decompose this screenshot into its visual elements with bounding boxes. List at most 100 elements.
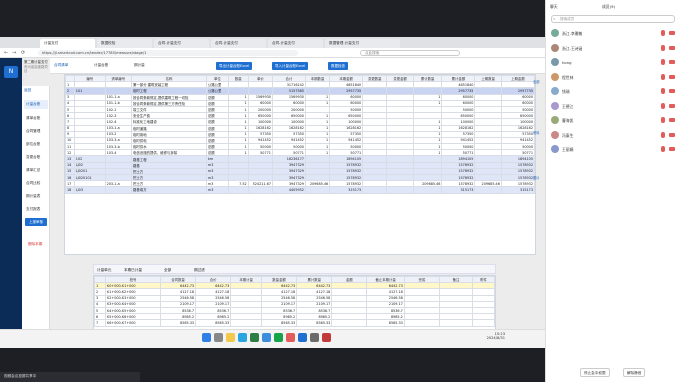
table-cell[interactable] [471, 319, 496, 327]
mic-muted-icon[interactable] [661, 30, 665, 36]
search-icon[interactable] [214, 333, 223, 342]
table-row[interactable]: 18 LJ03 路基填方 m3 4405952 315173 315173 315173 [65, 186, 536, 194]
nav-item[interactable]: 部位台账 [24, 140, 48, 149]
side-label[interactable]: 图片 [533, 175, 543, 180]
camera-off-icon[interactable] [669, 74, 675, 79]
table-cell[interactable] [362, 186, 388, 194]
start-icon[interactable] [202, 333, 211, 342]
table-row[interactable]: 7 K6+000-K7+000 8565.33 8565.33 8565.33 8565.… [94, 319, 496, 327]
table-cell[interactable] [412, 186, 443, 194]
table-cell[interactable]: 8565.33 [159, 319, 197, 327]
mic-muted-icon[interactable] [661, 146, 665, 152]
member-row[interactable]: 王丽娟 [551, 144, 679, 156]
camera-off-icon[interactable] [669, 103, 675, 108]
member-row[interactable]: 冯泰生 [551, 130, 679, 142]
table-cell[interactable] [304, 186, 331, 194]
mic-muted-icon[interactable] [661, 131, 665, 138]
table-cell[interactable]: 8565.33 [296, 319, 333, 327]
table-cell[interactable] [438, 319, 473, 327]
submit-review-button[interactable]: 上报审核 [25, 218, 47, 226]
camera-off-icon[interactable] [669, 45, 675, 50]
toolbar-tab[interactable]: 期计量 [134, 63, 145, 68]
table-cell[interactable] [331, 319, 368, 327]
chrome-icon[interactable] [262, 333, 271, 342]
camera-off-icon[interactable] [669, 60, 675, 64]
mic-muted-icon[interactable] [661, 117, 665, 123]
table-cell[interactable]: 8565.33 [260, 319, 298, 327]
filter-checkbox[interactable]: 本期已计量 [124, 268, 142, 273]
url-field[interactable]: https://jl.smartcod.com.cn/tender/17785/… [38, 50, 298, 56]
mic-muted-icon[interactable] [661, 44, 665, 51]
table-cell[interactable]: 4405952 [271, 186, 306, 194]
nav-item[interactable]: 合同管理 [24, 127, 48, 136]
table-cell[interactable]: K6+000-K7+000 [104, 319, 161, 327]
member-row[interactable]: 曹海凯 [551, 115, 679, 127]
table-cell[interactable]: 8565.33 [195, 319, 232, 327]
toolbar-tab[interactable]: 计量台账 [94, 63, 108, 68]
mic-muted-icon[interactable] [661, 88, 665, 94]
camera-off-icon[interactable] [669, 31, 675, 35]
nav-item[interactable]: 计量台账 [24, 100, 48, 109]
side-label[interactable]: 资料 [533, 130, 543, 135]
back-link[interactable]: 返回 [24, 88, 31, 93]
table-cell[interactable]: 18 [65, 186, 75, 194]
table-cell[interactable] [247, 186, 273, 194]
folder-icon[interactable] [226, 333, 235, 342]
side-label[interactable]: 全部 [533, 80, 543, 85]
mic-muted-icon[interactable] [661, 102, 665, 109]
import-excel-button[interactable]: 导入计量台账Excel [272, 62, 309, 70]
table-cell[interactable]: 315173 [441, 186, 476, 194]
chat-tab[interactable]: 聊天 [550, 4, 558, 10]
browser-tab[interactable]: 数据校验 [97, 38, 152, 48]
camera-off-icon[interactable] [669, 147, 675, 151]
table-cell[interactable]: 315173 [329, 186, 364, 194]
camera-off-icon[interactable] [669, 118, 675, 122]
app-icon[interactable] [310, 333, 319, 342]
member-search[interactable]: 搜索成员 [551, 15, 675, 23]
filter-all[interactable]: 全部 [164, 268, 171, 273]
export-excel-button[interactable]: 导出计量台账Excel [216, 62, 253, 70]
mic-muted-icon[interactable] [661, 59, 665, 65]
stop-permission-button[interactable]: 停止会中权限 [580, 368, 610, 377]
browser-tab[interactable]: 合同-计量支付 [268, 38, 323, 48]
nav-item[interactable]: 支付报表 [24, 205, 48, 214]
browser-tab[interactable]: 数据管理-计量支付 [325, 38, 400, 48]
camera-off-icon[interactable] [669, 132, 675, 137]
browser-tab[interactable]: 合同-计量支付 [154, 38, 209, 48]
table-cell[interactable]: 路基填方 [131, 186, 207, 194]
table-cell[interactable]: LJ03 [73, 186, 106, 194]
browser-tab[interactable]: 计量支付 [40, 38, 95, 48]
table-cell[interactable] [104, 186, 133, 194]
back-arrow-icon[interactable]: ← [4, 50, 8, 56]
members-tab[interactable]: 成员(9) [602, 4, 615, 10]
wechat-icon[interactable] [274, 333, 283, 342]
member-row[interactable]: 钱瑞 [551, 86, 679, 98]
table-cell[interactable] [403, 319, 440, 327]
period-filter[interactable]: 期过滤 [194, 268, 205, 273]
nav-item[interactable]: 清单汇总 [24, 166, 48, 175]
delete-period-link[interactable]: 删除本期 [28, 242, 42, 247]
toolbar-tab[interactable]: 合同清单 [54, 63, 68, 68]
app-icon[interactable] [322, 333, 331, 342]
app-icon[interactable] [286, 333, 295, 342]
table-cell[interactable] [386, 186, 414, 194]
member-row[interactable]: 浙江-李雅敏 [551, 28, 679, 40]
unmute-button[interactable]: 解除静音 [623, 368, 646, 377]
member-row[interactable]: 王德江 [551, 101, 679, 113]
reload-icon[interactable]: ⟳ [21, 50, 25, 56]
meeting-icon[interactable] [298, 333, 307, 342]
browser-tab[interactable]: 合同-计量支付 [211, 38, 266, 48]
member-row[interactable]: 程世林 [551, 72, 679, 84]
nav-item[interactable]: 清单台账 [24, 114, 48, 123]
member-row[interactable]: hong [551, 57, 679, 69]
edge-icon[interactable] [238, 333, 247, 342]
table-cell[interactable]: 8565.33 [366, 319, 405, 327]
table-cell[interactable] [230, 319, 262, 327]
table-cell[interactable]: 7 [94, 319, 106, 327]
table-cell[interactable] [474, 186, 502, 194]
member-row[interactable]: 浙江-王诗涵 [551, 43, 679, 55]
forward-arrow-icon[interactable]: → [12, 50, 16, 56]
table-cell[interactable]: m3 [205, 186, 229, 194]
camera-off-icon[interactable] [669, 89, 675, 93]
table-cell[interactable] [227, 186, 249, 194]
